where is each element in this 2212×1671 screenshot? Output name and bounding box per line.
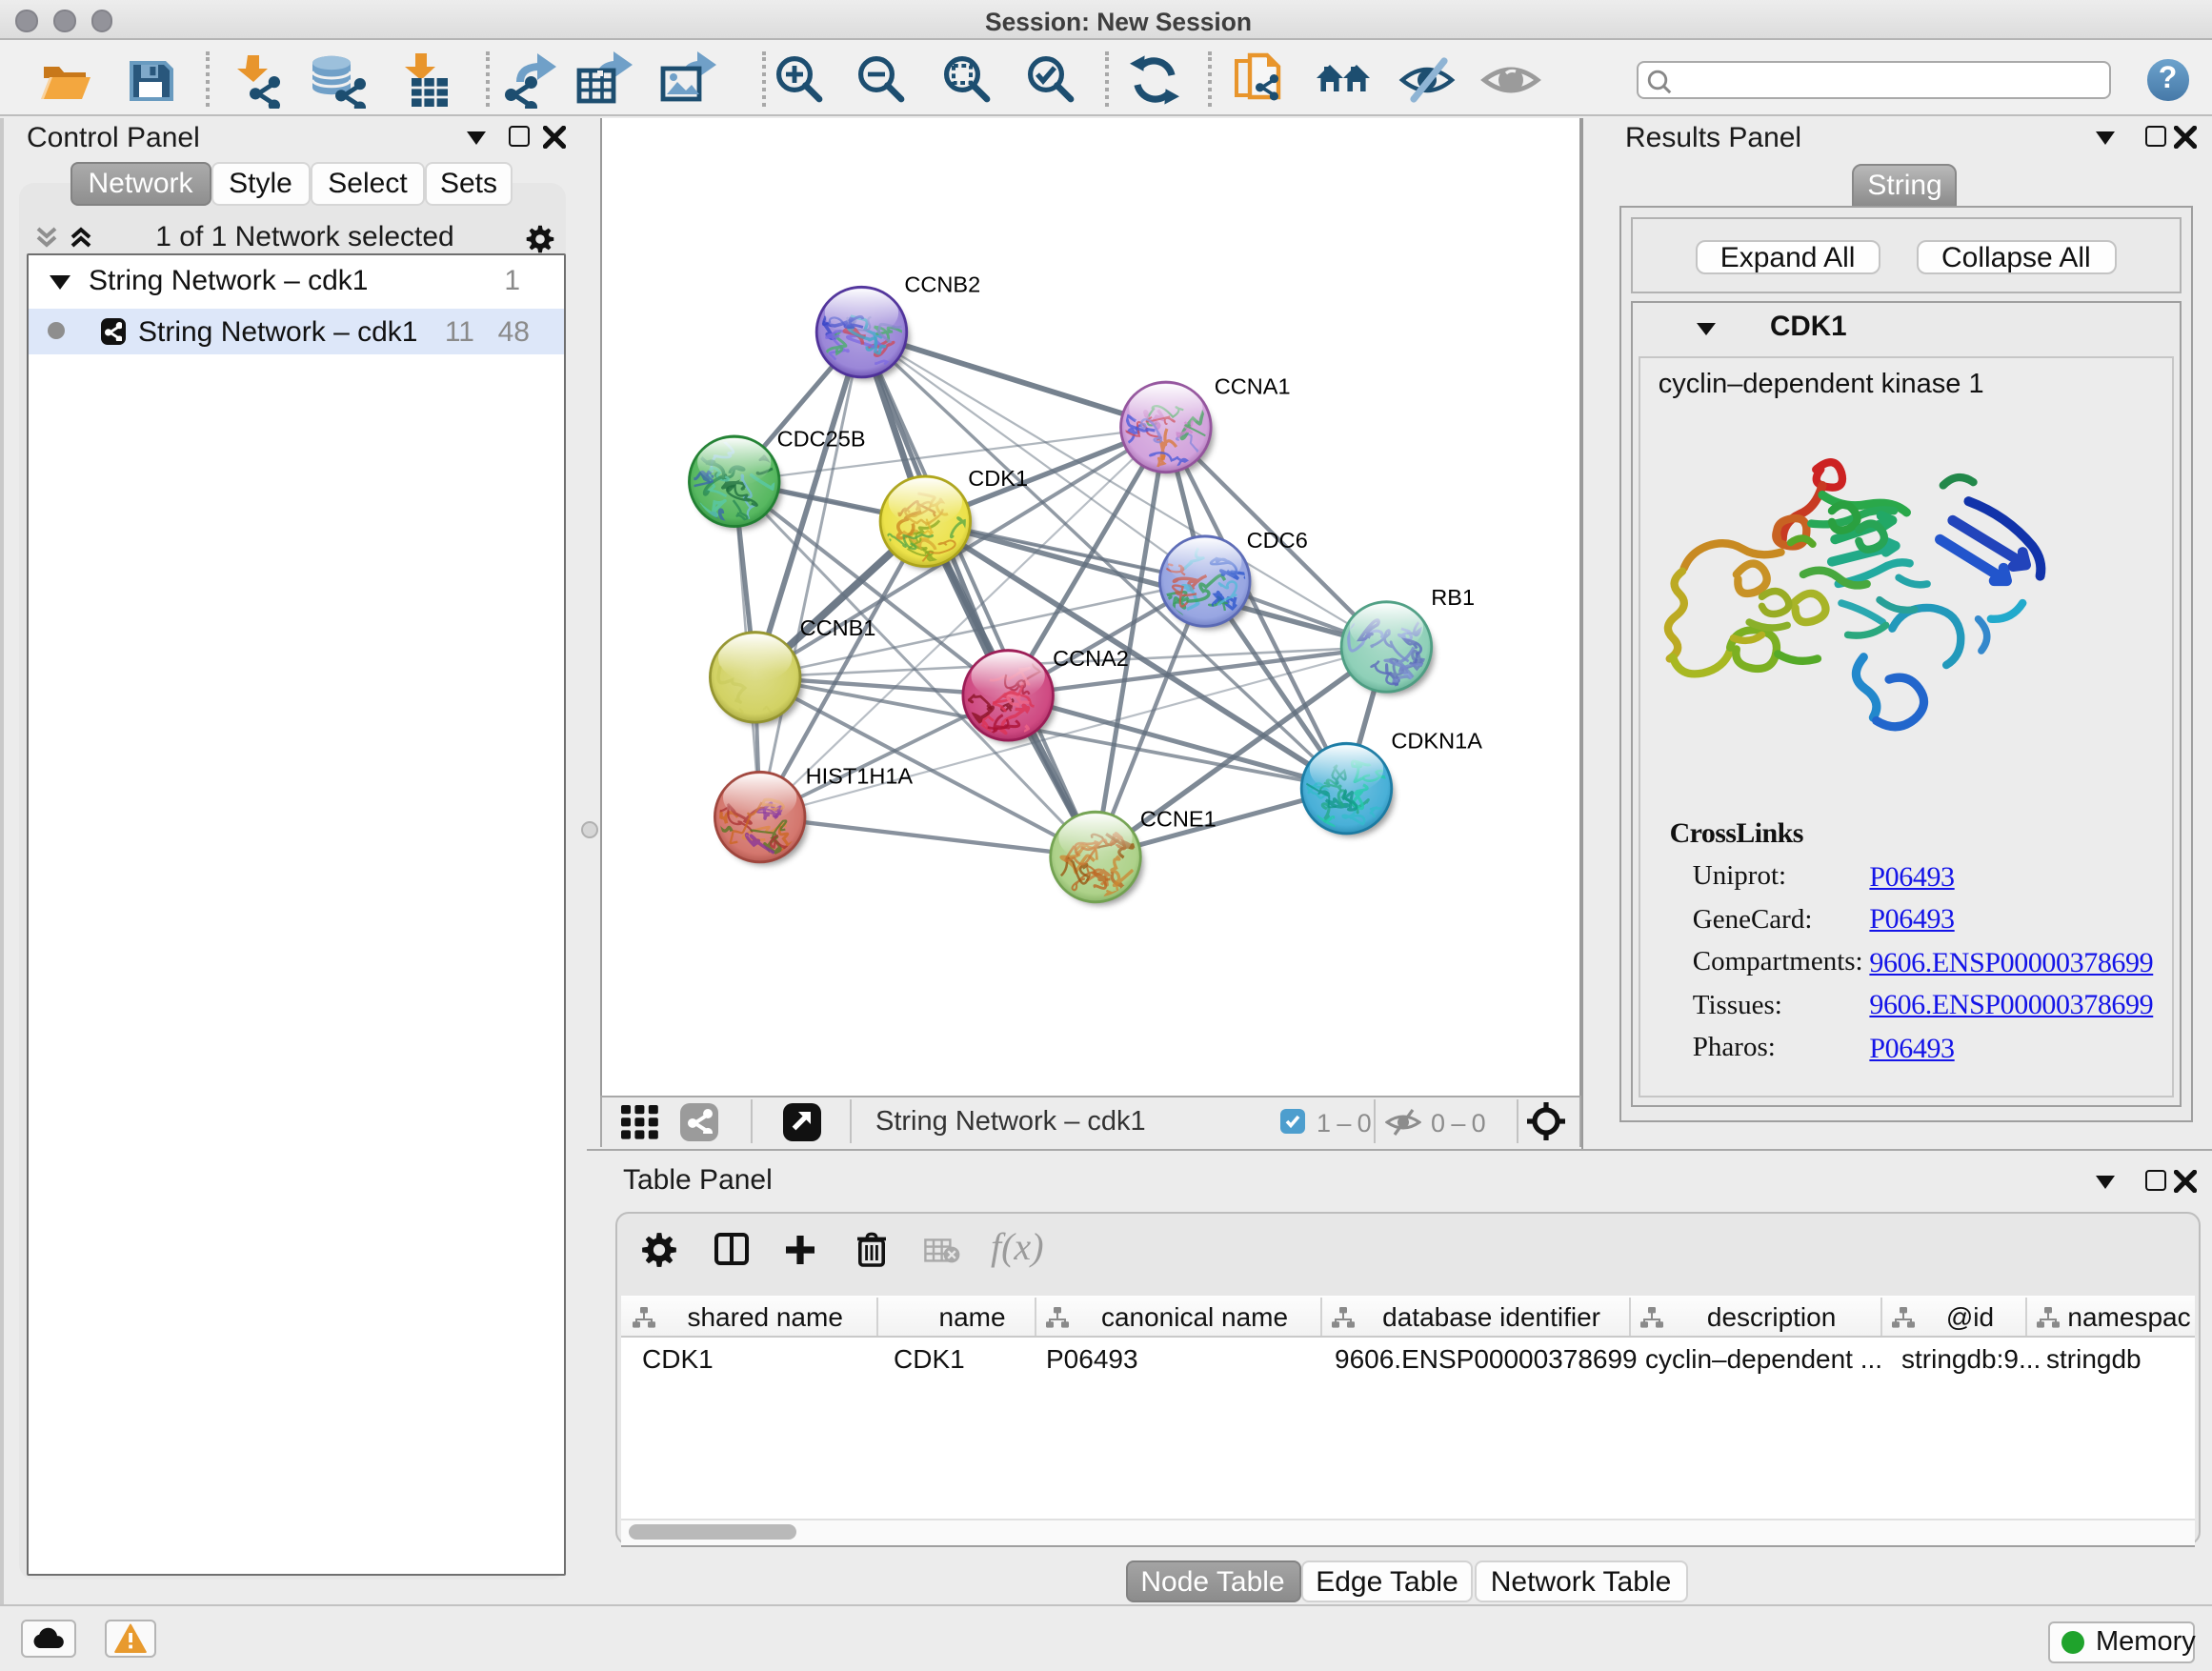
svg-text:CDK1: CDK1 bbox=[967, 466, 1027, 491]
svg-text:CDC6: CDC6 bbox=[1246, 528, 1307, 553]
svg-text:CCNE1: CCNE1 bbox=[1139, 807, 1216, 832]
svg-text:CCNB1: CCNB1 bbox=[799, 615, 875, 640]
svg-text:RB1: RB1 bbox=[1430, 585, 1474, 610]
svg-text:CCNA2: CCNA2 bbox=[1052, 646, 1128, 671]
svg-text:HIST1H1A: HIST1H1A bbox=[805, 764, 913, 789]
svg-text:CCNB2: CCNB2 bbox=[903, 272, 979, 297]
svg-text:CDKN1A: CDKN1A bbox=[1390, 729, 1481, 754]
svg-text:CDC25B: CDC25B bbox=[776, 426, 865, 451]
svg-text:CCNA1: CCNA1 bbox=[1214, 373, 1290, 398]
